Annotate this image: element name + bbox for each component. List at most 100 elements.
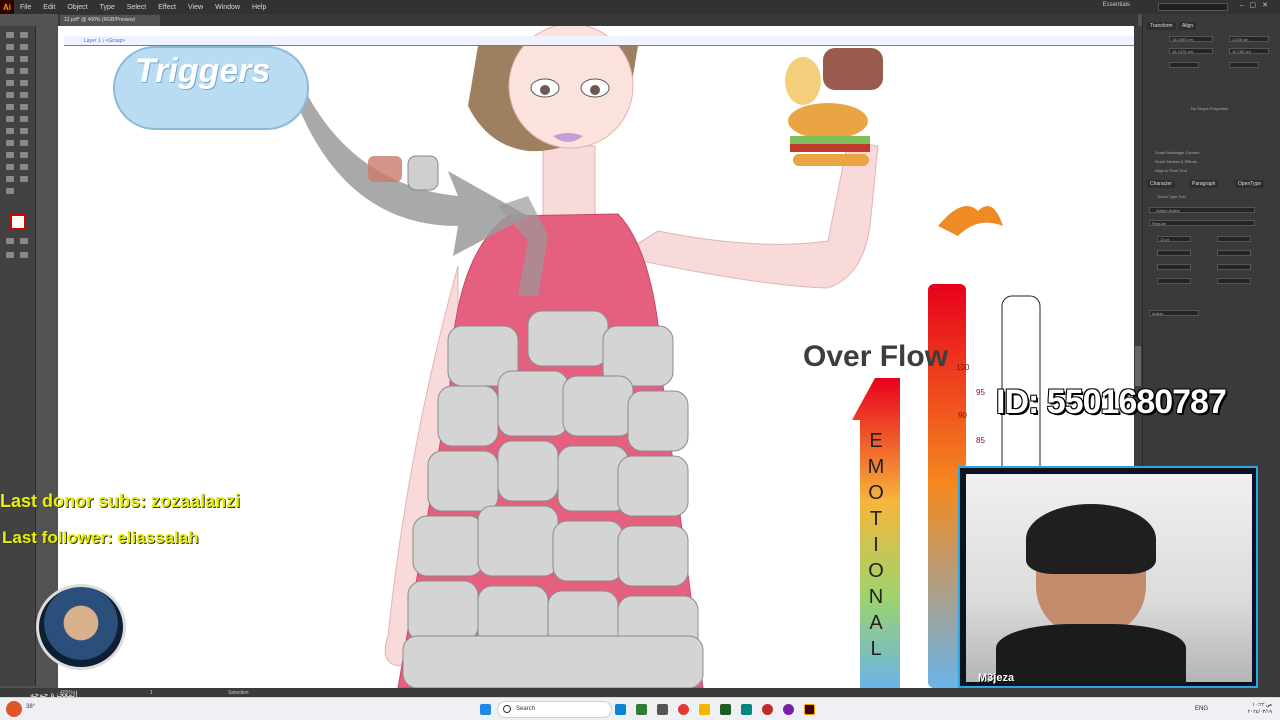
status-bar: 400% 1 Selection (0, 688, 1280, 697)
zoom-tool-icon[interactable] (6, 188, 14, 194)
app-icon-2[interactable] (657, 704, 668, 715)
color-mode-icon[interactable] (6, 238, 14, 244)
leading-field[interactable] (1217, 236, 1251, 242)
font-size-field[interactable]: 12 pt (1157, 236, 1191, 242)
app-icon-1[interactable] (636, 704, 647, 715)
app-icon-4[interactable] (741, 704, 752, 715)
font-size-value: 12 pt (1160, 237, 1169, 242)
gradient-tool-icon[interactable] (6, 140, 14, 146)
tab-paragraph[interactable]: Paragraph (1189, 180, 1219, 188)
app-icon-6[interactable] (783, 704, 794, 715)
x-value: 18.3495 cm (1172, 37, 1193, 42)
menu-select[interactable]: Select (121, 4, 152, 11)
menu-view[interactable]: View (182, 4, 209, 11)
menu-edit[interactable]: Edit (37, 4, 61, 11)
eraser-tool-icon[interactable] (6, 92, 14, 98)
font-style-select[interactable]: Regular (1149, 220, 1255, 226)
shape-builder-tool-icon[interactable] (20, 116, 28, 122)
blend-tool-icon[interactable] (6, 152, 14, 158)
artboard-tool-icon[interactable] (20, 164, 28, 170)
paintbrush-tool-icon[interactable] (6, 80, 14, 86)
check-scale-corners[interactable]: Scale Rectangle Corners (1155, 150, 1199, 155)
hand-tool-icon[interactable] (20, 176, 28, 182)
app-icon-5[interactable] (762, 704, 773, 715)
tab-align[interactable]: Align (1179, 22, 1197, 30)
artboard-number[interactable]: 1 (150, 690, 153, 696)
type-tool-icon[interactable] (20, 56, 28, 62)
screen-mode-icon[interactable] (20, 252, 28, 258)
menu-file[interactable]: File (14, 4, 37, 11)
emotional-letter-l: L (870, 638, 882, 660)
width-tool-icon[interactable] (20, 104, 28, 110)
h-field[interactable]: 10.752 cm (1229, 48, 1269, 54)
perspective-tool-icon[interactable] (6, 128, 14, 134)
weather-icon[interactable] (6, 701, 22, 717)
menu-window[interactable]: Window (209, 4, 246, 11)
layer-breadcrumb[interactable]: Layer 1 ⟩ <Group> (64, 36, 1134, 46)
emotional-letter-a: A (869, 612, 883, 634)
lasso-tool-icon[interactable] (20, 44, 28, 50)
fill-stroke-swatch[interactable] (10, 214, 26, 230)
edge-icon[interactable] (615, 704, 626, 715)
check-pixel-grid[interactable]: Align to Pixel Grid (1155, 168, 1187, 173)
mesh-tool-icon[interactable] (20, 128, 28, 134)
y-field[interactable]: 16.7475 cm (1169, 48, 1213, 54)
eyedropper-tool-icon[interactable] (20, 140, 28, 146)
magic-wand-tool-icon[interactable] (6, 44, 14, 50)
small-stone (407, 155, 439, 191)
check-scale-strokes[interactable]: Scale Strokes & Effects (1155, 159, 1197, 164)
tracking-field[interactable] (1217, 250, 1251, 256)
tab-transform[interactable]: Transform (1147, 22, 1176, 30)
menu-object[interactable]: Object (61, 4, 93, 11)
pen-tool-icon[interactable] (6, 56, 14, 62)
workspace-switcher[interactable]: Essentials (1103, 2, 1130, 8)
window-controls[interactable]: –▢✕ (1240, 1, 1274, 9)
slice-tool-icon[interactable] (6, 176, 14, 182)
taskbar-search[interactable]: Search (497, 701, 612, 718)
clock[interactable]: ۱۰:۲۲ ص ٢٠٢٤/٠٣/١٩ (1248, 702, 1272, 716)
shear-field[interactable] (1229, 62, 1259, 68)
free-transform-tool-icon[interactable] (6, 116, 14, 122)
selection-tool-icon[interactable] (6, 32, 14, 38)
rotate-tool-icon[interactable] (20, 92, 28, 98)
language-select[interactable]: Arabic (1149, 310, 1199, 316)
graph-tool-icon[interactable] (6, 164, 14, 170)
tab-opentype[interactable]: OpenType (1235, 180, 1265, 188)
line-tool-icon[interactable] (6, 68, 14, 74)
baseline-field[interactable] (1157, 278, 1191, 284)
streamer-body (996, 624, 1186, 684)
scrollbar-thumb[interactable] (1135, 346, 1141, 386)
rotate-field[interactable] (1169, 62, 1199, 68)
menu-effect[interactable]: Effect (152, 4, 182, 11)
scale-tick-90: 90 (958, 411, 967, 420)
chrome-icon[interactable] (678, 704, 689, 715)
tab-character[interactable]: Character (1147, 180, 1175, 188)
font-family-select[interactable]: Adobe Arabic (1149, 207, 1255, 213)
symbol-sprayer-tool-icon[interactable] (20, 152, 28, 158)
menu-help[interactable]: Help (246, 4, 272, 11)
file-explorer-icon[interactable] (699, 704, 710, 715)
help-search-input[interactable] (1158, 3, 1228, 11)
illustrator-taskbar-icon[interactable] (804, 704, 815, 715)
gradient-mode-icon[interactable] (20, 238, 28, 244)
language-indicator[interactable]: ENG (1195, 706, 1208, 712)
touch-type-tool[interactable]: Touch Type Tool (1157, 194, 1186, 199)
pencil-tool-icon[interactable] (20, 80, 28, 86)
h-value: 10.752 cm (1232, 49, 1251, 54)
direct-selection-tool-icon[interactable] (20, 32, 28, 38)
kerning-field[interactable] (1157, 250, 1191, 256)
scale-tick-85: 85 (976, 436, 985, 445)
left-pupil (540, 85, 550, 95)
rectangle-tool-icon[interactable] (20, 68, 28, 74)
hscale-field[interactable] (1217, 264, 1251, 270)
scale-tool-icon[interactable] (6, 104, 14, 110)
app-icon-3[interactable] (720, 704, 731, 715)
document-tab[interactable]: 12.pdf* @ 400% (RGB/Preview) (60, 15, 160, 26)
x-field[interactable]: 18.3495 cm (1169, 36, 1213, 42)
start-icon[interactable] (480, 704, 491, 715)
rotation-field[interactable] (1217, 278, 1251, 284)
w-field[interactable]: 1.638 cm (1229, 36, 1269, 42)
menu-type[interactable]: Type (94, 4, 121, 11)
draw-mode-icon[interactable] (6, 252, 14, 258)
vscale-field[interactable] (1157, 264, 1191, 270)
